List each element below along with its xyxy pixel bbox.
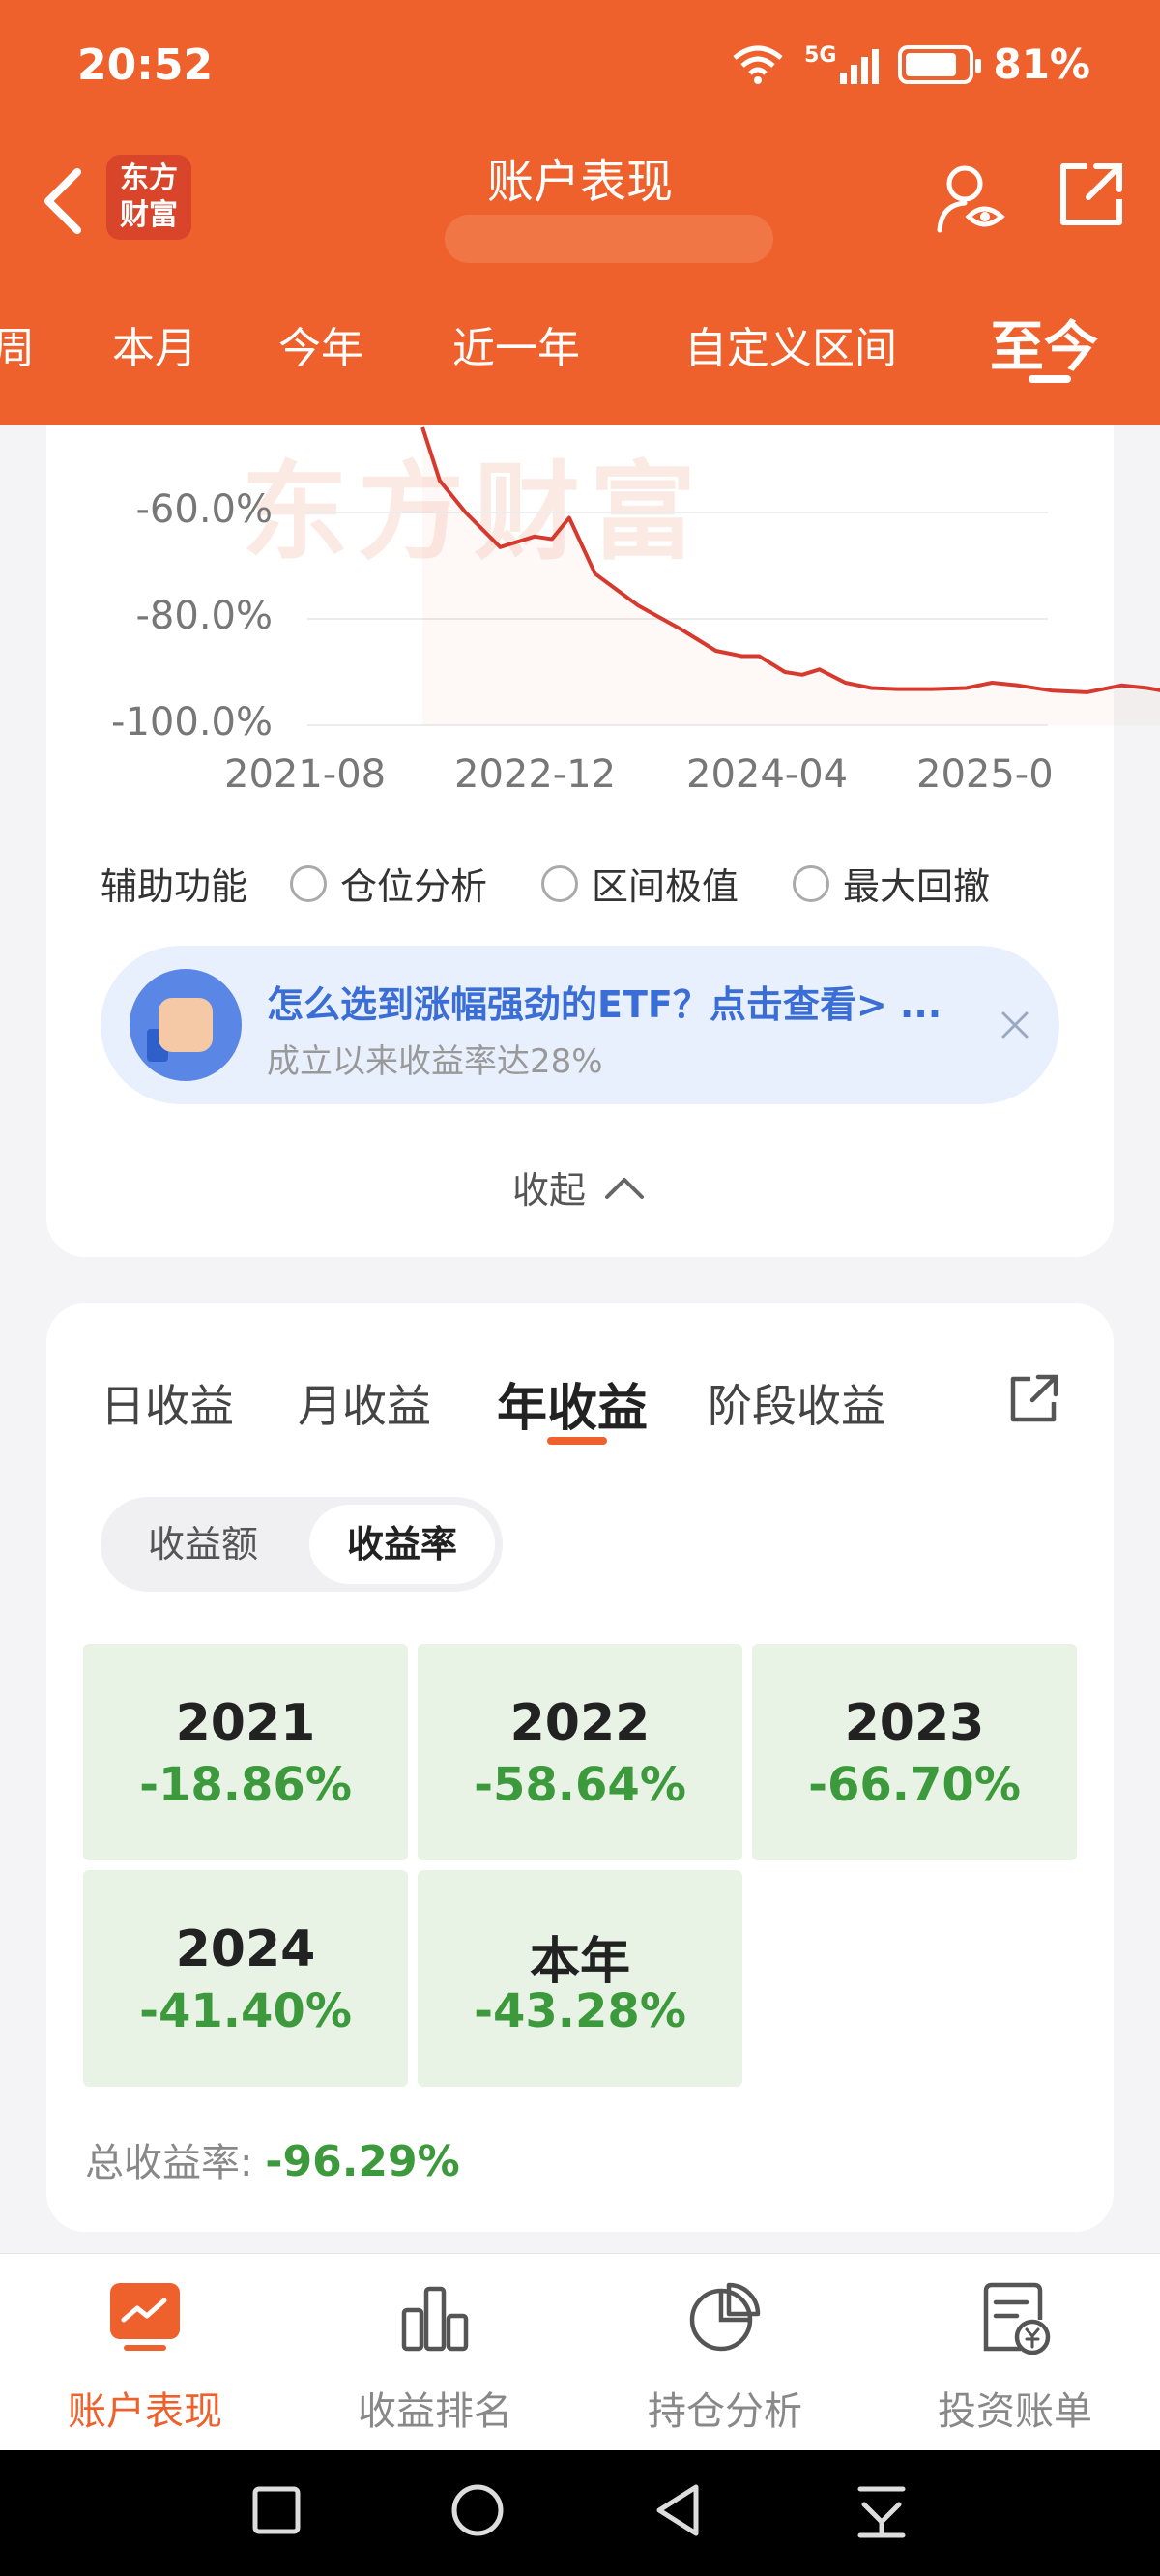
year-cell: 2021 -18.86% (83, 1644, 408, 1860)
chart-area-fill (422, 427, 1160, 725)
year-label: 2023 (844, 1694, 985, 1752)
x-tick-label: 2021-08 (224, 752, 387, 797)
aux-option-max-drawdown[interactable]: 最大回撤 (793, 857, 990, 910)
year-cell: 2024 -41.40% (83, 1870, 408, 2087)
segment-return-rate[interactable]: 收益率 (309, 1505, 495, 1584)
back-nav-button[interactable] (648, 2479, 710, 2541)
bottom-nav: 账户表现 收益排名 持仓分析 投资账单 (0, 2253, 1160, 2450)
year-label: 本年 (529, 1933, 630, 1991)
y-tick-label: -100.0% (111, 700, 273, 745)
tab-monthly-returns[interactable]: 月收益 (298, 1371, 431, 1435)
etf-promo-banner[interactable]: 怎么选到涨幅强劲的ETF？点击查看> ... 成立以来收益率达28% (101, 946, 1059, 1104)
x-tick-label: 2024-04 (686, 752, 849, 797)
y-tick-label: -60.0% (135, 487, 273, 532)
promo-subtitle: 成立以来收益率达28% (267, 1042, 603, 1081)
export-icon[interactable] (1005, 1369, 1063, 1427)
nav-holdings-analysis[interactable]: 持仓分析 (580, 2254, 870, 2451)
year-cell: 本年 -43.28% (418, 1870, 742, 2087)
aux-option-range-extremes[interactable]: 区间极值 (541, 857, 739, 910)
returns-tab-indicator (547, 1437, 607, 1445)
pie-chart-icon (689, 2282, 761, 2352)
total-return-value: -96.29% (265, 2137, 460, 2186)
year-return: -43.28% (474, 1984, 686, 2038)
dropdown-nav-button[interactable] (851, 2479, 913, 2541)
year-cell: 2022 -58.64% (418, 1644, 742, 1860)
trend-screen-icon (110, 2283, 180, 2351)
total-return-label: 总收益率: (85, 2141, 253, 2185)
radio-icon[interactable] (793, 864, 830, 902)
aux-label: 辅助功能 (101, 865, 248, 908)
x-tick-label: 2025-0 (916, 752, 1054, 797)
thumbs-up-icon (130, 969, 242, 1081)
collapse-button[interactable]: 收起 (512, 1160, 646, 1214)
year-cell: 2023 -66.70% (752, 1644, 1077, 1860)
aux-option-position-analysis[interactable]: 仓位分析 (290, 857, 487, 910)
bar-chart-icon (401, 2286, 469, 2352)
year-return: -18.86% (139, 1758, 352, 1812)
nav-return-ranking[interactable]: 收益排名 (290, 2254, 580, 2451)
promo-title[interactable]: 怎么选到涨幅强劲的ETF？点击查看> ... (267, 975, 942, 1028)
year-label: 2021 (175, 1694, 316, 1752)
close-icon[interactable] (996, 1006, 1034, 1044)
system-nav-bar (0, 2450, 1160, 2576)
radio-icon[interactable] (541, 864, 579, 902)
year-label: 2022 (509, 1694, 651, 1752)
year-return: -66.70% (808, 1758, 1021, 1812)
tab-annual-returns[interactable]: 年收益 (497, 1367, 648, 1440)
auxiliary-functions: 辅助功能 仓位分析 区间极值 最大回撤 (101, 857, 1044, 910)
segment-return-amount[interactable]: 收益额 (108, 1505, 298, 1584)
bill-yuan-icon (983, 2282, 1051, 2355)
nav-investment-bill[interactable]: 投资账单 (870, 2254, 1160, 2451)
recent-apps-button[interactable] (247, 2479, 305, 2541)
nav-account-performance[interactable]: 账户表现 (0, 2254, 290, 2451)
radio-icon[interactable] (290, 864, 328, 902)
year-label: 2024 (175, 1920, 316, 1978)
tab-daily-returns[interactable]: 日收益 (101, 1371, 234, 1435)
y-tick-label: -80.0% (135, 594, 273, 638)
year-return: -58.64% (474, 1758, 686, 1812)
tab-period-returns[interactable]: 阶段收益 (708, 1371, 885, 1435)
returns-metric-toggle: 收益额 收益率 (101, 1497, 503, 1592)
year-return: -41.40% (139, 1984, 352, 2038)
chevron-up-icon (605, 1177, 645, 1199)
total-return: 总收益率: -96.29% (85, 2131, 460, 2187)
x-tick-label: 2022-12 (454, 752, 617, 797)
home-button[interactable] (447, 2479, 508, 2541)
